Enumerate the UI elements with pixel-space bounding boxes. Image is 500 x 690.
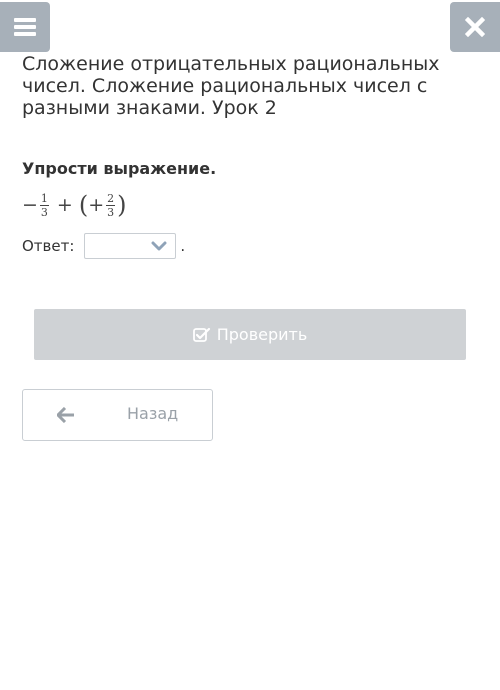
close-icon (465, 17, 485, 37)
minus-sign: − (22, 194, 38, 216)
menu-icon (14, 18, 36, 36)
math-expression: − 1 3 + ( + 2 3 ) (22, 188, 127, 222)
fraction-one-third: 1 3 (39, 191, 49, 219)
fraction-numerator: 2 (106, 191, 116, 206)
close-button[interactable] (450, 2, 500, 52)
arrow-left-icon (57, 407, 74, 423)
paren-close: ) (117, 191, 127, 219)
back-button[interactable]: Назад (22, 389, 213, 441)
task-heading: Упрости выражение. (22, 159, 217, 178)
check-button-label: Проверить (216, 325, 308, 344)
fraction-numerator: 1 (39, 191, 49, 206)
plus-operator: + (56, 194, 73, 216)
back-button-label: Назад (127, 404, 179, 423)
chevron-down-icon (151, 241, 167, 251)
lesson-title: Сложение отрицательных рациональных чисе… (22, 53, 440, 119)
plus-sign: + (88, 194, 105, 216)
answer-suffix: . (180, 237, 186, 255)
answer-dropdown[interactable] (84, 233, 177, 259)
answer-row: Ответ: . (22, 232, 185, 260)
menu-button[interactable] (0, 2, 50, 52)
fraction-two-thirds: 2 3 (106, 191, 116, 219)
paren-open: ( (78, 191, 89, 219)
fraction-denominator: 3 (40, 205, 48, 219)
fraction-denominator: 3 (107, 205, 115, 219)
checkbox-check-icon (192, 327, 210, 342)
answer-label: Ответ: (22, 237, 75, 255)
check-button[interactable]: Проверить (34, 309, 466, 360)
page: Сложение отрицательных рациональных чисе… (0, 0, 500, 690)
